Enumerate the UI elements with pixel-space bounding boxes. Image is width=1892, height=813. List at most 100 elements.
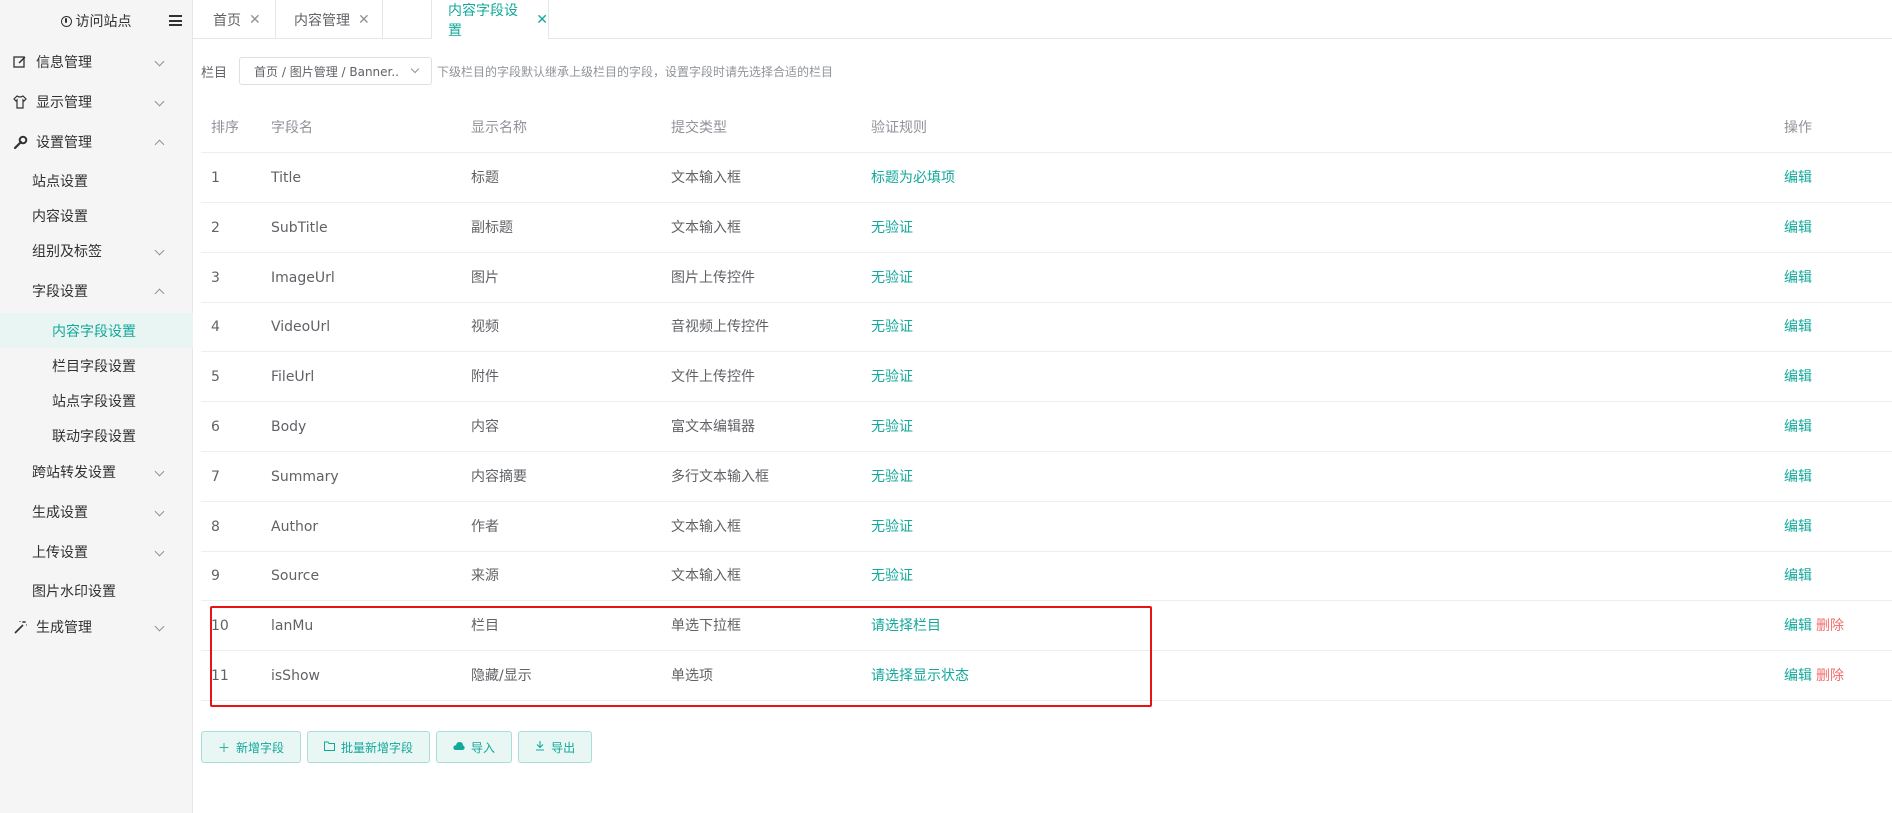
chevron-down-icon xyxy=(154,96,165,107)
menu-site-settings[interactable]: 站点设置 xyxy=(0,166,193,196)
header-validation[interactable]: 验证规则 xyxy=(871,103,927,153)
menu-display-management[interactable]: 显示管理 xyxy=(0,87,193,117)
menu-label: 设置管理 xyxy=(36,135,92,151)
edit-link[interactable]: 编辑 xyxy=(1784,170,1812,186)
edit-link[interactable]: 编辑 xyxy=(1784,369,1812,385)
chevron-up-icon xyxy=(154,288,165,299)
cell-validation-rule[interactable]: 请选择栏目 xyxy=(871,601,941,651)
cell-actions: 编辑 xyxy=(1784,203,1812,253)
edit-link[interactable]: 编辑 xyxy=(1784,618,1812,634)
header-submit-type[interactable]: 提交类型 xyxy=(671,103,727,153)
cell-field-name: Author xyxy=(271,518,319,535)
menu-cross-site[interactable]: 跨站转发设置 xyxy=(0,457,193,487)
tab-content-field-settings[interactable]: 内容字段设置 ✕ xyxy=(431,0,549,39)
tab-label: 首页 xyxy=(213,12,241,29)
cell-field-name: Title xyxy=(271,170,302,186)
delete-link[interactable]: 删除 xyxy=(1816,668,1844,684)
tab-content-management[interactable]: 内容管理 ✕ xyxy=(276,0,383,39)
cell-validation-rule[interactable]: 无验证 xyxy=(871,452,913,502)
tab-home[interactable]: 首页 ✕ xyxy=(193,0,276,39)
edit-link[interactable]: 编辑 xyxy=(1784,668,1812,684)
edit-link[interactable]: 编辑 xyxy=(1784,469,1812,485)
cell-validation-rule[interactable]: 无验证 xyxy=(871,502,913,552)
cell-order: 11 xyxy=(211,668,229,684)
header-display-name[interactable]: 显示名称 xyxy=(471,103,527,153)
cell-submit-type: 单选下拉框 xyxy=(671,618,741,635)
cell-validation-rule[interactable]: 标题为必填项 xyxy=(871,153,955,203)
cell-order: 2 xyxy=(211,219,220,236)
cell-display-name: 附件 xyxy=(471,369,499,386)
menu-site-field-settings[interactable]: 站点字段设置 xyxy=(0,383,193,418)
cell-actions: 编辑 删除 xyxy=(1784,651,1844,701)
button-label: 批量新增字段 xyxy=(341,740,414,755)
import-button[interactable]: 导入 xyxy=(436,731,513,763)
column-select[interactable]: 首页 / 图片管理 / Banner... xyxy=(239,57,433,85)
action-bar: ＋ 新增字段 批量新增字段 导入 导出 xyxy=(201,731,598,763)
edit-link[interactable]: 编辑 xyxy=(1784,319,1812,335)
delete-link[interactable]: 删除 xyxy=(1816,618,1844,634)
visit-site-label: 访问站点 xyxy=(75,14,132,30)
menu-toggle-icon[interactable] xyxy=(169,15,182,26)
cell-validation-rule[interactable]: 无验证 xyxy=(871,402,913,452)
edit-link[interactable]: 编辑 xyxy=(1784,220,1812,236)
menu-upload-settings[interactable]: 上传设置 xyxy=(0,537,193,567)
edit-link[interactable]: 编辑 xyxy=(1784,568,1812,584)
header-order[interactable]: 排序 xyxy=(211,103,239,153)
visit-site-link[interactable]: 访问站点 xyxy=(0,0,192,42)
plus-icon: ＋ xyxy=(218,740,231,755)
cell-validation-rule[interactable]: 无验证 xyxy=(871,302,913,352)
table-row: 5 FileUrl 附件 文件上传控件 无验证 编辑 xyxy=(201,352,1892,403)
menu-label: 栏目字段设置 xyxy=(52,358,136,375)
edit-link[interactable]: 编辑 xyxy=(1784,519,1812,535)
menu-content-field-settings[interactable]: 内容字段设置 xyxy=(0,313,193,348)
cell-submit-type: 富文本编辑器 xyxy=(671,419,755,435)
menu-generate-management[interactable]: 生成管理 xyxy=(0,612,193,642)
cell-validation-rule[interactable]: 无验证 xyxy=(871,352,913,402)
add-field-button[interactable]: ＋ 新增字段 xyxy=(201,731,302,763)
cell-submit-type: 多行文本输入框 xyxy=(671,468,769,485)
menu-linkage-field-settings[interactable]: 联动字段设置 xyxy=(0,418,193,453)
tab-label: 内容字段设置 xyxy=(448,2,518,39)
edit-link[interactable]: 编辑 xyxy=(1784,419,1812,435)
cell-submit-type: 文本输入框 xyxy=(671,170,741,186)
menu-generate-settings[interactable]: 生成设置 xyxy=(0,497,193,527)
menu-settings-management[interactable]: 设置管理 xyxy=(0,127,193,157)
cell-actions: 编辑 xyxy=(1784,551,1812,601)
cell-submit-type: 文本输入框 xyxy=(671,518,741,535)
close-icon[interactable]: ✕ xyxy=(358,12,370,28)
export-button[interactable]: 导出 xyxy=(518,731,593,763)
close-icon[interactable]: ✕ xyxy=(536,12,548,28)
button-label: 新增字段 xyxy=(236,740,285,755)
menu-field-settings[interactable]: 字段设置 xyxy=(0,276,193,306)
button-label: 导出 xyxy=(551,740,576,755)
cell-validation-rule[interactable]: 请选择显示状态 xyxy=(871,651,969,701)
cell-display-name: 来源 xyxy=(471,568,499,585)
table-header: 排序 字段名 显示名称 提交类型 验证规则 操作 xyxy=(201,103,1892,153)
chevron-down-icon xyxy=(154,56,165,67)
table-row: 11 isShow 隐藏/显示 单选项 请选择显示状态 编辑 删除 xyxy=(201,651,1892,701)
header-field-name[interactable]: 字段名 xyxy=(271,103,313,153)
menu-content-settings[interactable]: 内容设置 xyxy=(0,201,193,231)
cell-validation-rule[interactable]: 无验证 xyxy=(871,203,913,253)
menu-label: 内容设置 xyxy=(32,209,88,225)
menu-column-field-settings[interactable]: 栏目字段设置 xyxy=(0,348,193,383)
close-icon[interactable]: ✕ xyxy=(249,12,261,28)
menu-label: 生成设置 xyxy=(32,505,88,521)
header-actions: 操作 xyxy=(1784,120,1812,136)
edit-link[interactable]: 编辑 xyxy=(1784,270,1812,286)
cell-validation-rule[interactable]: 无验证 xyxy=(871,551,913,601)
batch-add-field-button[interactable]: 批量新增字段 xyxy=(307,731,431,763)
cell-field-name: Source xyxy=(271,568,320,585)
chevron-down-icon xyxy=(154,245,165,256)
button-label: 导入 xyxy=(471,740,496,755)
tab-label: 内容管理 xyxy=(294,12,350,29)
cell-submit-type: 单选项 xyxy=(671,668,713,684)
cell-validation-rule[interactable]: 无验证 xyxy=(871,253,913,303)
menu-info-management[interactable]: 信息管理 xyxy=(0,47,193,77)
cell-field-name: VideoUrl xyxy=(271,319,331,336)
menu-watermark-settings[interactable]: 图片水印设置 xyxy=(0,576,193,606)
menu-groups-tags[interactable]: 组别及标签 xyxy=(0,236,193,266)
menu-label: 信息管理 xyxy=(36,55,92,71)
tab-bar: 首页 ✕ 内容管理 ✕ 内容字段设置 ✕ xyxy=(193,0,1892,39)
cell-display-name: 图片 xyxy=(471,269,499,286)
